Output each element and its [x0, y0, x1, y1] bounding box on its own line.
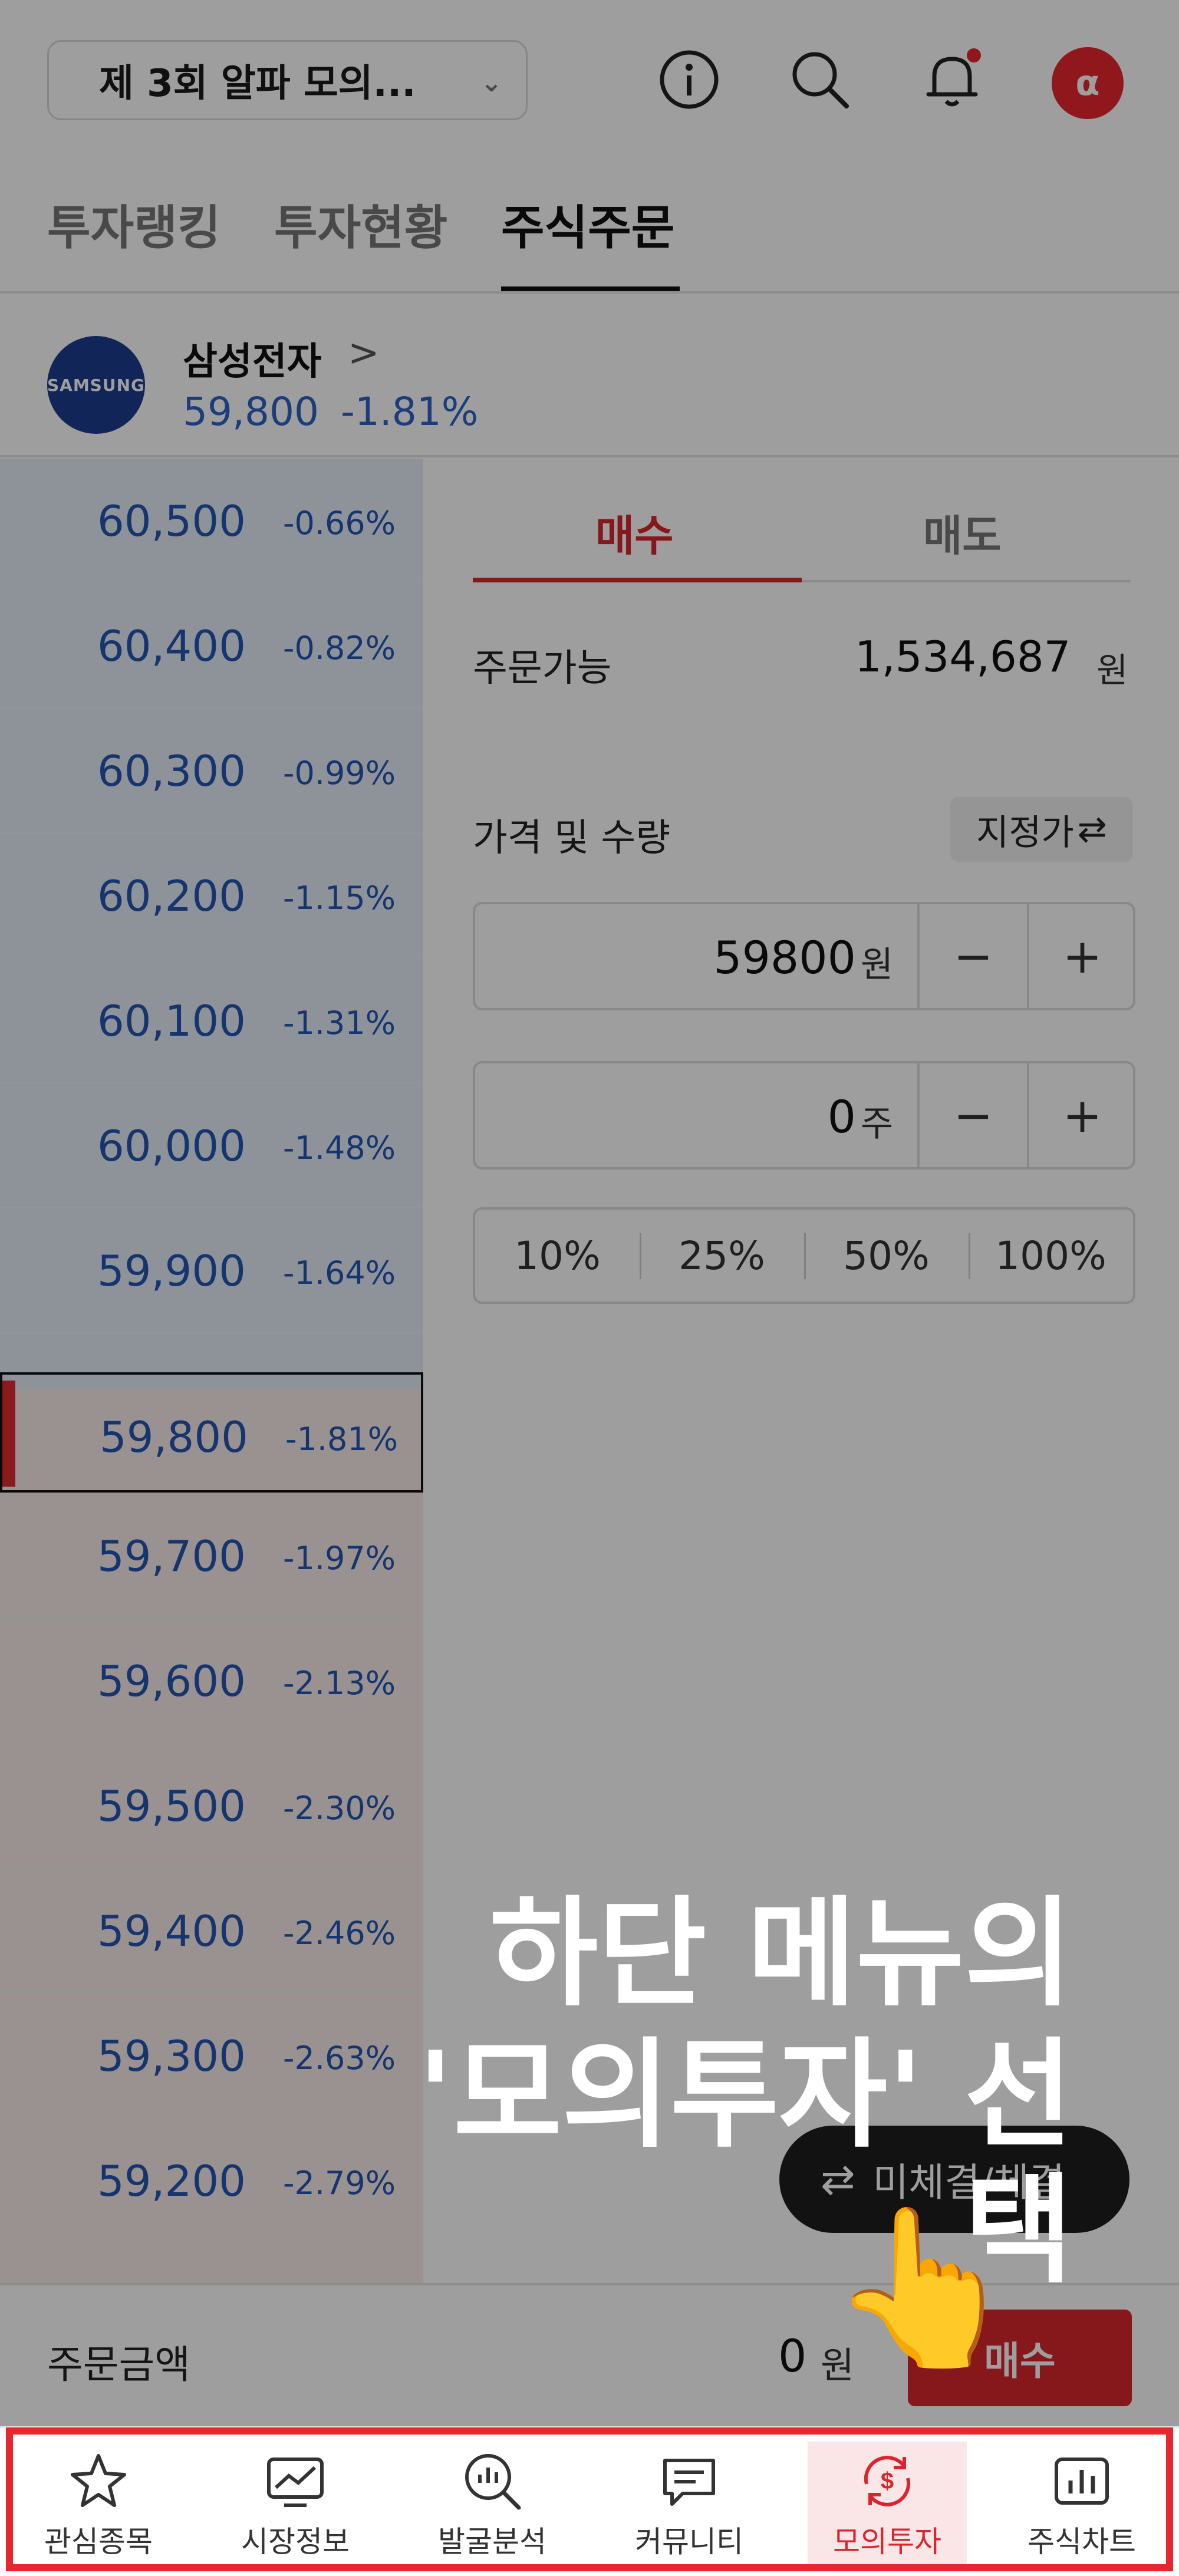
instruction-line-1: 하단 메뉴의 — [489, 1885, 1073, 2022]
pointing-hand-icon: 👆 — [828, 2199, 1019, 2377]
highlight-frame — [6, 2427, 1173, 2571]
